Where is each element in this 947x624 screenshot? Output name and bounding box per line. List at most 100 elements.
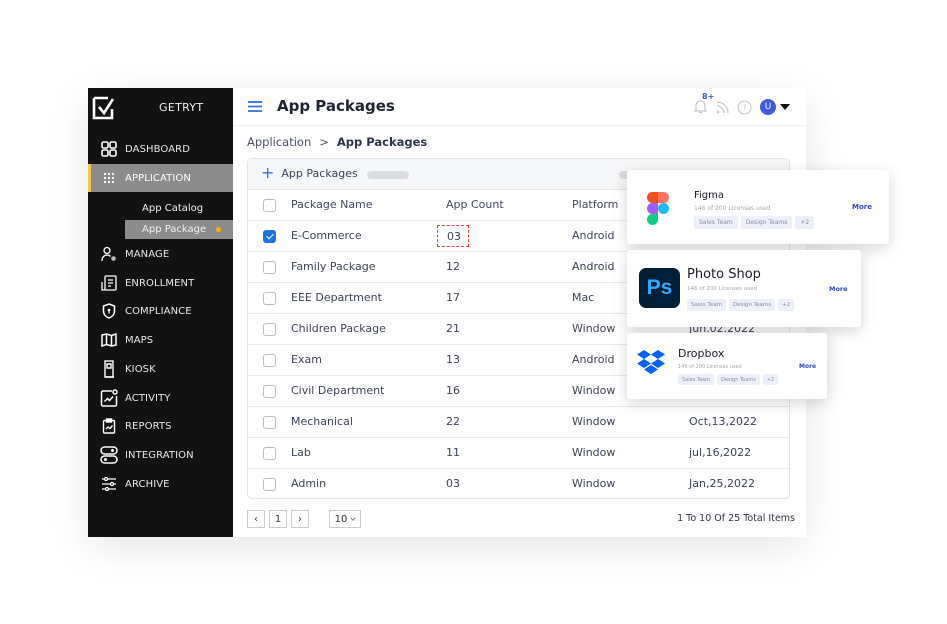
date: Jan,25,2022 [689,477,755,490]
row-checkbox[interactable] [263,261,276,274]
notification-badge: 8+ [702,92,715,101]
tag-more-count[interactable]: +2 [795,216,815,229]
breadcrumb-parent[interactable]: Application [247,135,311,149]
app-count: 13 [446,353,460,366]
top-bar: App Packages 8+ ? U [233,88,806,126]
app-card-dropbox: Dropbox 146 of 200 Licenses used Sales T… [627,333,827,399]
package-name: Family Package [291,260,376,273]
pagination-summary: 1 To 10 Of 25 Total Items [677,513,795,524]
subitem-label: App Catalog [142,203,204,214]
hamburger-menu-icon[interactable] [248,101,262,112]
date: jul,16,2022 [689,446,752,459]
sidebar-item-reports[interactable]: REPORTS [88,412,233,440]
app-count: 16 [446,384,460,397]
sidebar-item-enrollment[interactable]: ENROLLMENT [88,269,233,297]
brand-name: GETRYT [159,101,204,114]
pagination: ‹ 1 › 10 [247,510,361,528]
tag: Design Teams [728,299,776,311]
row-checkbox[interactable] [263,385,276,398]
row-checkbox[interactable] [263,323,276,336]
sidebar-item-dashboard[interactable]: DASHBOARD [88,135,233,163]
chevron-down-icon [350,515,357,521]
more-link[interactable]: More [799,363,816,370]
row-checkbox[interactable] [263,416,276,429]
page-size-select[interactable]: 10 [329,510,361,528]
table-row[interactable]: Mechanical 22 Window Oct,13,2022 [248,407,789,438]
row-checkbox[interactable] [263,230,276,243]
sidebar-subitem-app-package[interactable]: App Package [125,220,233,239]
current-page-button[interactable]: 1 [269,510,287,528]
bell-icon [693,100,708,114]
photoshop-logo-icon: Ps [639,268,680,308]
platform: Mac [572,291,595,304]
logo-checkbox-icon [92,96,115,120]
tag-more-count[interactable]: +2 [762,374,779,385]
sidebar-item-label: ARCHIVE [125,478,170,490]
add-label: App Packages [281,166,358,180]
sidebar-item-archive[interactable]: ARCHIVE [88,470,233,498]
more-link[interactable]: More [829,285,848,293]
dashboard-icon [100,140,118,158]
prev-page-button[interactable]: ‹ [247,510,265,528]
brand: GETRYT [88,88,233,128]
sidebar-item-kiosk[interactable]: KIOSK [88,355,233,383]
row-checkbox[interactable] [263,447,276,460]
license-usage: 146 of 200 Licenses used [678,364,742,370]
tag: Sales Team [694,216,738,229]
package-name: Admin [291,477,327,490]
rss-feed-icon[interactable] [716,100,729,114]
more-link[interactable]: More [852,203,872,211]
tag-more-count[interactable]: +2 [778,299,795,311]
sliders-icon [100,475,118,493]
tag-list: Sales Team Design Teams +2 [694,216,815,229]
row-checkbox[interactable] [263,292,276,305]
sidebar-subitem-app-catalog[interactable]: App Catalog [125,199,233,218]
package-name: Civil Department [291,384,385,397]
tag-list: Sales Team Design Teams +2 [687,299,795,311]
notifications-button[interactable]: 8+ [693,92,714,115]
sidebar-item-label: APPLICATION [125,172,191,184]
app-count: 12 [446,260,460,273]
tag: Design Teams [740,216,793,229]
sidebar-item-label: REPORTS [125,420,172,432]
breadcrumb-separator: > [319,135,329,149]
row-checkbox[interactable] [263,478,276,491]
table-row[interactable]: Admin 03 Window Jan,25,2022 [248,469,789,498]
sidebar-item-integration[interactable]: INTEGRATION [88,441,233,469]
package-name: Lab [291,446,311,459]
platform: Android [572,229,615,242]
sidebar-item-application[interactable]: APPLICATION [88,164,233,192]
next-page-button[interactable]: › [291,510,309,528]
top-icons: 8+ ? U [693,92,790,117]
plus-icon: + [261,163,275,182]
breadcrumb-current: App Packages [336,135,428,149]
sidebar-item-label: ENROLLMENT [125,277,195,289]
apps-grid-icon [100,169,118,187]
add-app-package-button[interactable]: + App Packages [261,163,358,182]
figma-logo-icon [647,192,669,225]
sidebar-item-maps[interactable]: MAPS [88,326,233,354]
toggle-icon [100,446,118,464]
page-title: App Packages [277,97,395,115]
sidebar-item-label: MANAGE [125,248,170,260]
column-header-package-name[interactable]: Package Name [291,198,373,211]
shield-icon [100,302,118,320]
app-count: 22 [446,415,460,428]
select-all-checkbox[interactable] [263,199,276,212]
sidebar-item-manage[interactable]: MANAGE [88,240,233,268]
row-checkbox[interactable] [263,354,276,367]
user-menu-caret-icon[interactable] [780,104,790,110]
table-row[interactable]: Lab 11 Window jul,16,2022 [248,438,789,469]
help-icon[interactable]: ? [737,99,752,115]
sidebar-item-compliance[interactable]: COMPLIANCE [88,297,233,325]
app-count[interactable]: 03 [437,225,469,247]
sidebar: GETRYT DASHBOARD APPLICATION App Catalog… [88,88,233,537]
dropbox-logo-icon [637,350,665,374]
user-avatar[interactable]: U [760,99,776,115]
app-name: Figma [694,190,725,201]
column-header-platform[interactable]: Platform [572,198,618,211]
app-name: Dropbox [678,347,725,360]
app-count: 11 [446,446,460,459]
column-header-app-count[interactable]: App Count [446,198,504,211]
sidebar-item-activity[interactable]: ACTIVITY [88,384,233,412]
